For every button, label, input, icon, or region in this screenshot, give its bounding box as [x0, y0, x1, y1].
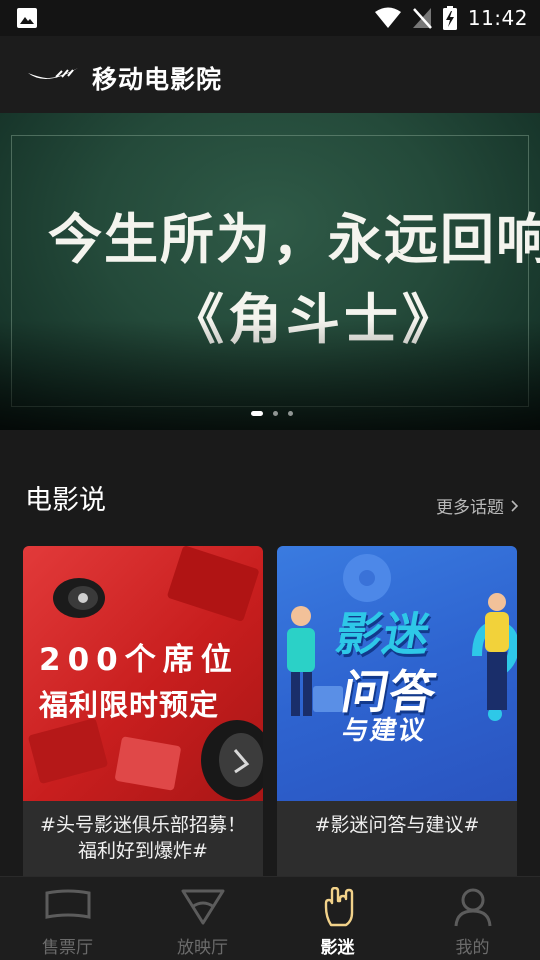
- chevron-right-icon: [511, 499, 518, 512]
- card-image-tagline: 与建议: [339, 716, 430, 746]
- carousel-indicator[interactable]: [251, 411, 293, 416]
- nav-label: 放映厅: [177, 938, 228, 958]
- banner-movie-title: 《角斗士》: [170, 288, 460, 351]
- rock-hand-icon: [324, 887, 353, 927]
- earbud-image: [53, 578, 105, 618]
- bottom-navigation: 售票厅 放映厅 影迷 我的: [0, 876, 540, 960]
- image-notification-icon: [17, 8, 37, 28]
- app-title: 移动电影院: [92, 65, 223, 94]
- carousel-dot[interactable]: [273, 411, 278, 416]
- nav-label: 影迷: [320, 938, 355, 958]
- nav-screening-hall[interactable]: 放映厅: [135, 877, 270, 960]
- card-image-headline: 200个席位: [39, 642, 239, 678]
- nav-label: 我的: [455, 938, 490, 958]
- nav-fans[interactable]: 影迷: [270, 877, 405, 960]
- topic-card[interactable]: 200个席位 福利限时预定 #头号影迷俱乐部招募！福利好到爆炸#: [23, 546, 263, 876]
- carousel-dot[interactable]: [288, 411, 293, 416]
- battery-charging-icon: [442, 6, 457, 30]
- earbud-image: [201, 720, 263, 800]
- status-bar: 11:42: [0, 0, 540, 36]
- topic-card[interactable]: 影迷 问答 与建议 #影迷问答与建议#: [277, 546, 517, 876]
- projection-triangle-icon: [181, 889, 224, 925]
- nav-profile[interactable]: 我的: [405, 877, 540, 960]
- nav-ticket-hall[interactable]: 售票厅: [0, 877, 135, 960]
- more-topics-link[interactable]: 更多话题: [436, 493, 518, 518]
- carousel-dot-active[interactable]: [251, 411, 263, 416]
- topic-card-caption: #影迷问答与建议#: [314, 814, 480, 836]
- user-icon: [454, 888, 491, 927]
- topic-card-image: 200个席位 福利限时预定: [23, 546, 263, 801]
- app-logo-icon: [28, 68, 78, 79]
- card-image-subhead: 福利限时预定: [39, 688, 220, 722]
- more-topics-label: 更多话题: [436, 498, 504, 518]
- section-title: 电影说: [25, 485, 106, 516]
- promo-banner[interactable]: 今生所为，永远回响。 《角斗士》: [0, 113, 540, 430]
- nav-label: 售票厅: [42, 938, 93, 958]
- topic-card-caption: #头号影迷俱乐部招募！福利好到爆炸#: [40, 814, 246, 862]
- banner-tagline: 今生所为，永远回响。: [48, 208, 540, 271]
- clock-time: 11:42: [467, 6, 528, 30]
- ticket-screen-icon: [45, 889, 90, 919]
- wifi-icon: [374, 7, 401, 28]
- app-header: 移动电影院: [0, 36, 540, 113]
- topic-card-image: 影迷 问答 与建议: [277, 546, 517, 801]
- no-signal-icon: [412, 8, 432, 29]
- card-image-headline: 影迷: [331, 607, 436, 661]
